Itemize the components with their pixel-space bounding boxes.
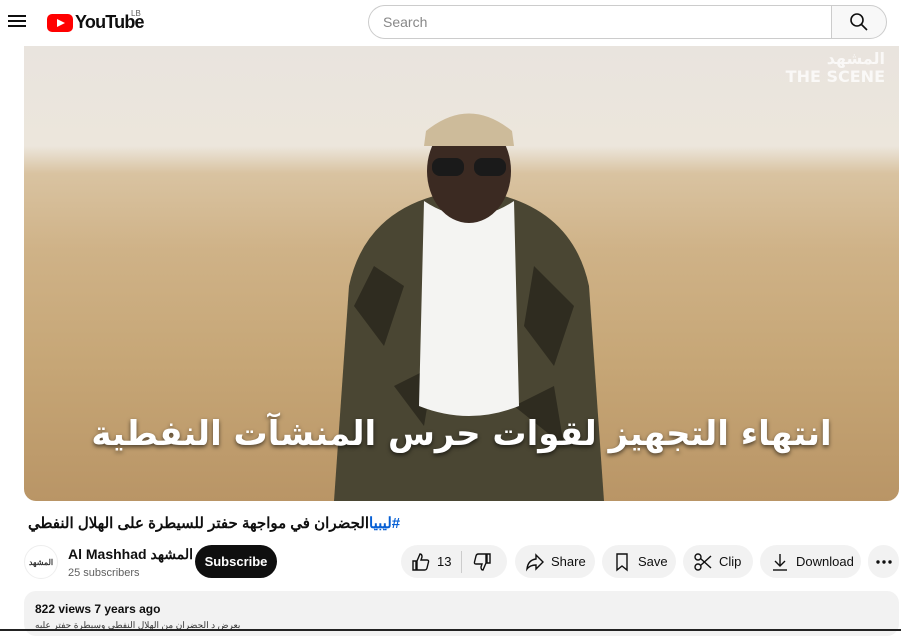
channel-text: Al Mashhad المشهد 25 subscribers xyxy=(68,546,193,579)
view-count-date: 822 views 7 years ago xyxy=(35,602,161,616)
search-button[interactable] xyxy=(831,5,887,39)
video-player[interactable]: المشهد THE SCENE انتهاء التجهيز لقوات حر… xyxy=(24,46,899,501)
search-icon xyxy=(850,13,868,31)
watermark-latin: THE SCENE xyxy=(785,67,885,86)
like-count: 13 xyxy=(437,554,452,569)
more-icon xyxy=(875,559,892,564)
like-icon[interactable] xyxy=(411,552,431,572)
download-button[interactable]: Download xyxy=(760,545,861,578)
avatar[interactable]: المشهد xyxy=(24,545,58,579)
share-label: Share xyxy=(551,554,586,569)
clip-label: Clip xyxy=(719,554,742,569)
youtube-logo[interactable]: YouTube LB xyxy=(47,9,145,33)
bookmark-icon xyxy=(616,552,628,571)
subscriber-count: 25 subscribers xyxy=(68,566,140,579)
channel-watermark: المشهد THE SCENE xyxy=(786,50,885,86)
like-dislike-group: 13 xyxy=(401,545,507,578)
save-button[interactable]: Save xyxy=(602,545,676,578)
top-bar: YouTube LB Search xyxy=(0,0,901,46)
dislike-icon[interactable] xyxy=(472,552,492,572)
download-icon xyxy=(773,553,787,571)
subscribe-button[interactable]: Subscribe xyxy=(195,545,277,578)
scissors-icon xyxy=(694,552,712,571)
video-caption: انتهاء التجهيز لقوات حرس المنشآت النفطية xyxy=(91,414,832,454)
youtube-play-icon xyxy=(47,13,73,32)
search-input[interactable]: Search xyxy=(368,5,832,39)
menu-icon[interactable] xyxy=(8,12,26,28)
video-title: #ليبياالجضران في مواجهة حفتر للسيطرة على… xyxy=(28,514,878,532)
watermark-arabic: المشهد xyxy=(826,49,885,68)
share-icon xyxy=(526,552,544,571)
like-divider xyxy=(461,550,463,573)
download-label: Download xyxy=(796,554,854,569)
clip-button[interactable]: Clip xyxy=(683,545,753,578)
save-label: Save xyxy=(638,554,668,569)
hashtag-link[interactable]: #ليبيا xyxy=(369,515,400,532)
country-code: LB xyxy=(131,9,141,18)
more-actions-button[interactable] xyxy=(868,545,899,578)
title-text: الجضران في مواجهة حفتر للسيطرة على الهلا… xyxy=(28,515,370,532)
channel-info: المشهد Al Mashhad المشهد 25 subscribers xyxy=(24,545,193,579)
channel-name[interactable]: Al Mashhad المشهد xyxy=(68,546,193,563)
share-button[interactable]: Share xyxy=(515,545,595,578)
